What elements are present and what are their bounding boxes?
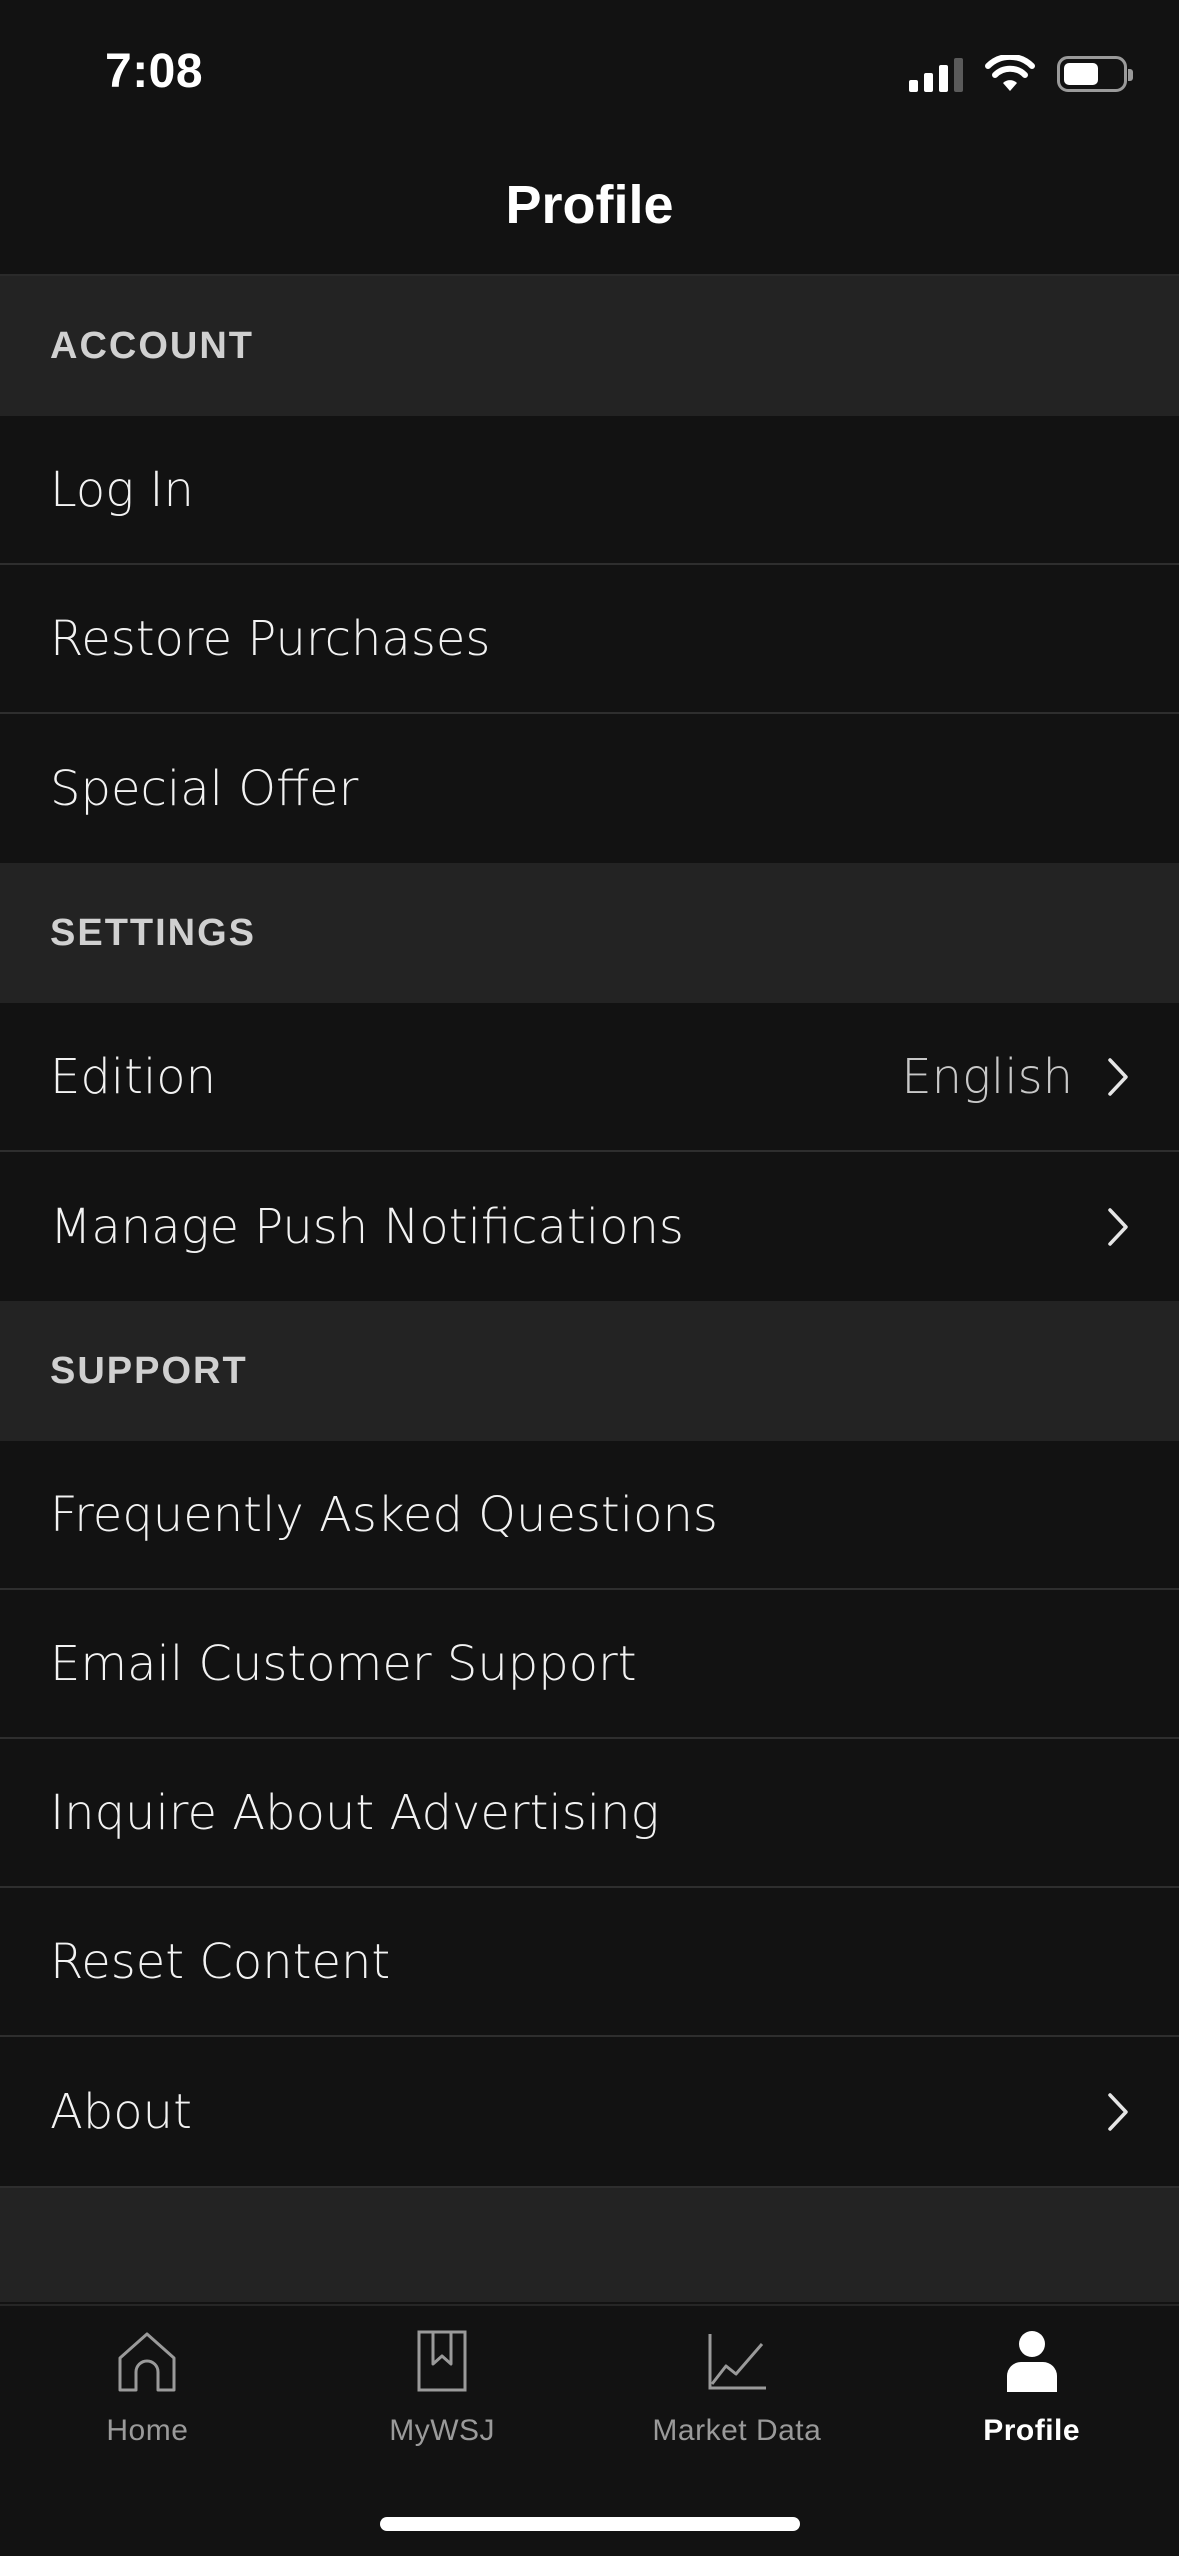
bookmark-icon (417, 2330, 467, 2392)
section-header-support: SUPPORT (0, 1301, 1179, 1441)
list-footer-spacer (0, 2186, 1179, 2302)
tab-market-data[interactable]: Market Data (590, 2306, 885, 2466)
row-email-customer-support[interactable]: Email Customer Support (0, 1590, 1179, 1739)
status-icons (909, 52, 1133, 96)
tab-label: Home (106, 2414, 189, 2447)
row-accessory (1107, 1152, 1129, 1301)
row-edition[interactable]: Edition English (0, 1003, 1179, 1152)
battery-icon (1057, 56, 1133, 92)
section-header-settings: SETTINGS (0, 863, 1179, 1003)
chart-icon (708, 2334, 766, 2390)
home-indicator[interactable] (380, 2517, 800, 2531)
tab-profile[interactable]: Profile (884, 2306, 1179, 2466)
row-label: Email Customer Support (50, 1635, 637, 1692)
navigation-bar: Profile (0, 150, 1179, 276)
chevron-right-icon (1108, 2092, 1128, 2131)
row-accessory: English (901, 1003, 1129, 1150)
tab-home[interactable]: Home (0, 2306, 295, 2466)
chevron-right-icon (1108, 1057, 1128, 1096)
row-label: Edition (50, 1048, 217, 1105)
row-label: Log In (50, 461, 194, 518)
tab-label: Market Data (652, 2414, 822, 2447)
row-label: Frequently Asked Questions (50, 1486, 718, 1543)
row-log-in[interactable]: Log In (0, 416, 1179, 565)
row-label: Special Offer (50, 760, 359, 817)
row-faq[interactable]: Frequently Asked Questions (0, 1441, 1179, 1590)
row-restore-purchases[interactable]: Restore Purchases (0, 565, 1179, 714)
row-reset-content[interactable]: Reset Content (0, 1888, 1179, 2037)
row-label: Inquire About Advertising (50, 1784, 660, 1841)
row-label: Restore Purchases (50, 610, 491, 667)
edition-value: English (901, 1048, 1073, 1105)
tab-mywsj[interactable]: MyWSJ (295, 2306, 590, 2466)
row-about[interactable]: About (0, 2037, 1179, 2186)
row-label: About (50, 2083, 192, 2140)
row-accessory (1107, 2037, 1129, 2186)
row-label: Reset Content (50, 1933, 391, 1990)
row-manage-push-notifications[interactable]: Manage Push Notifications (0, 1152, 1179, 1301)
tabs: Home MyWSJ Market Data Profile (0, 2306, 1179, 2466)
wifi-icon (985, 55, 1035, 91)
chevron-right-icon (1108, 1207, 1128, 1246)
status-time: 7:08 (105, 45, 204, 98)
profile-screen: 7:08 Profile ACCOUNT Log In Restore Purc… (0, 0, 1179, 2556)
home-icon (118, 2332, 176, 2392)
settings-list: ACCOUNT Log In Restore Purchases Special… (0, 276, 1179, 2302)
row-label: Manage Push Notifications (50, 1198, 684, 1255)
status-bar: 7:08 (0, 0, 1179, 150)
row-inquire-about-advertising[interactable]: Inquire About Advertising (0, 1739, 1179, 1888)
section-header-account: ACCOUNT (0, 276, 1179, 416)
cellular-signal-icon (909, 56, 963, 92)
row-special-offer[interactable]: Special Offer (0, 714, 1179, 863)
tab-label: MyWSJ (389, 2414, 496, 2447)
page-title: Profile (505, 175, 674, 235)
tab-label: Profile (983, 2414, 1081, 2447)
person-icon (1006, 2331, 1057, 2392)
